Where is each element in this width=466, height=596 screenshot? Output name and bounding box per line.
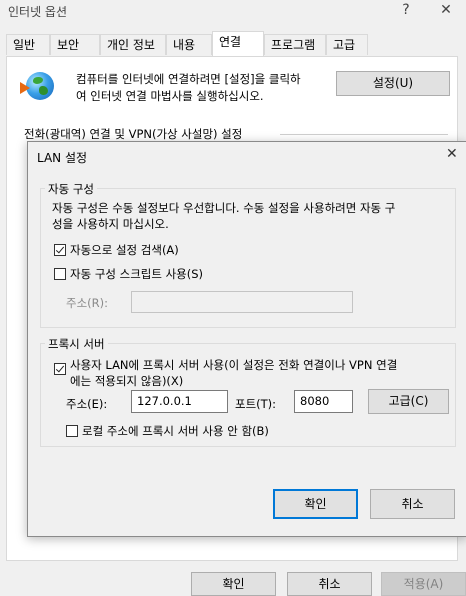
auto-config-desc-line1: 자동 구성은 수동 설정보다 우선합니다. 수동 설정을 사용하려면 자동 구	[52, 201, 396, 215]
tab-security[interactable]: 보안	[50, 34, 100, 55]
bypass-local-checkbox[interactable]	[66, 425, 78, 437]
apply-button[interactable]: 적용(A)	[381, 572, 466, 596]
setup-button[interactable]: 설정(U)	[336, 71, 450, 96]
proxy-address-label: 주소(E):	[66, 397, 108, 411]
tab-content[interactable]: 내용	[166, 34, 212, 55]
script-address-input[interactable]	[131, 291, 353, 313]
ok-button[interactable]: 확인	[273, 489, 358, 519]
use-proxy-line1[interactable]: 사용자 LAN에 프록시 서버 사용(이 설정은 전화 연결이나 VPN 연결	[70, 357, 397, 373]
script-address-label: 주소(R):	[66, 296, 108, 310]
setup-text-line2: 여 인터넷 연결 마법사를 실행하십시오.	[76, 89, 264, 103]
ok-button-bg[interactable]: 확인	[191, 572, 276, 596]
setup-text-line1: 컴퓨터를 인터넷에 연결하려면 [설정]을 클릭하	[76, 72, 301, 86]
use-proxy-checkbox[interactable]	[54, 363, 66, 375]
cancel-button-bg[interactable]: 취소	[287, 572, 372, 596]
proxy-port-label: 포트(T):	[235, 397, 277, 411]
tab-programs[interactable]: 프로그램	[264, 34, 326, 55]
auto-detect-checkbox[interactable]	[54, 244, 66, 256]
lan-settings-dialog: LAN 설정 ✕ 자동 구성 자동 구성은 수동 설정보다 우선합니다. 수동 …	[27, 141, 466, 537]
window-title: 인터넷 옵션	[8, 5, 68, 19]
advanced-button[interactable]: 고급(C)	[368, 389, 449, 414]
tab-general[interactable]: 일반	[6, 34, 50, 55]
use-proxy-line2[interactable]: 에는 적용되지 않음)(X)	[70, 373, 183, 389]
close-icon[interactable]: ✕	[446, 146, 458, 162]
auto-detect-label[interactable]: 자동으로 설정 검색(A)	[70, 242, 179, 258]
auto-config-desc-line2: 성을 사용하지 마십시오.	[52, 217, 169, 231]
close-icon[interactable]: ✕	[436, 2, 456, 18]
proxy-address-input[interactable]: 127.0.0.1	[131, 390, 228, 413]
auto-config-label: 자동 구성	[45, 181, 97, 197]
dialog-title: LAN 설정	[37, 151, 88, 165]
proxy-port-input[interactable]: 8080	[294, 390, 353, 413]
auto-script-label[interactable]: 자동 구성 스크립트 사용(S)	[70, 266, 203, 282]
tab-privacy[interactable]: 개인 정보	[100, 34, 166, 55]
cancel-button[interactable]: 취소	[370, 489, 455, 519]
globe-icon	[20, 72, 54, 100]
tab-advanced[interactable]: 고급	[326, 34, 368, 55]
tab-connections[interactable]: 연결	[212, 31, 264, 56]
help-button[interactable]: ?	[396, 2, 416, 18]
bypass-local-label[interactable]: 로컬 주소에 프록시 서버 사용 안 함(B)	[82, 423, 269, 439]
dialup-heading: 전화(광대역) 연결 및 VPN(가상 사설망) 설정	[24, 127, 243, 141]
auto-script-checkbox[interactable]	[54, 268, 66, 280]
proxy-label: 프록시 서버	[45, 336, 108, 352]
divider	[280, 134, 448, 135]
